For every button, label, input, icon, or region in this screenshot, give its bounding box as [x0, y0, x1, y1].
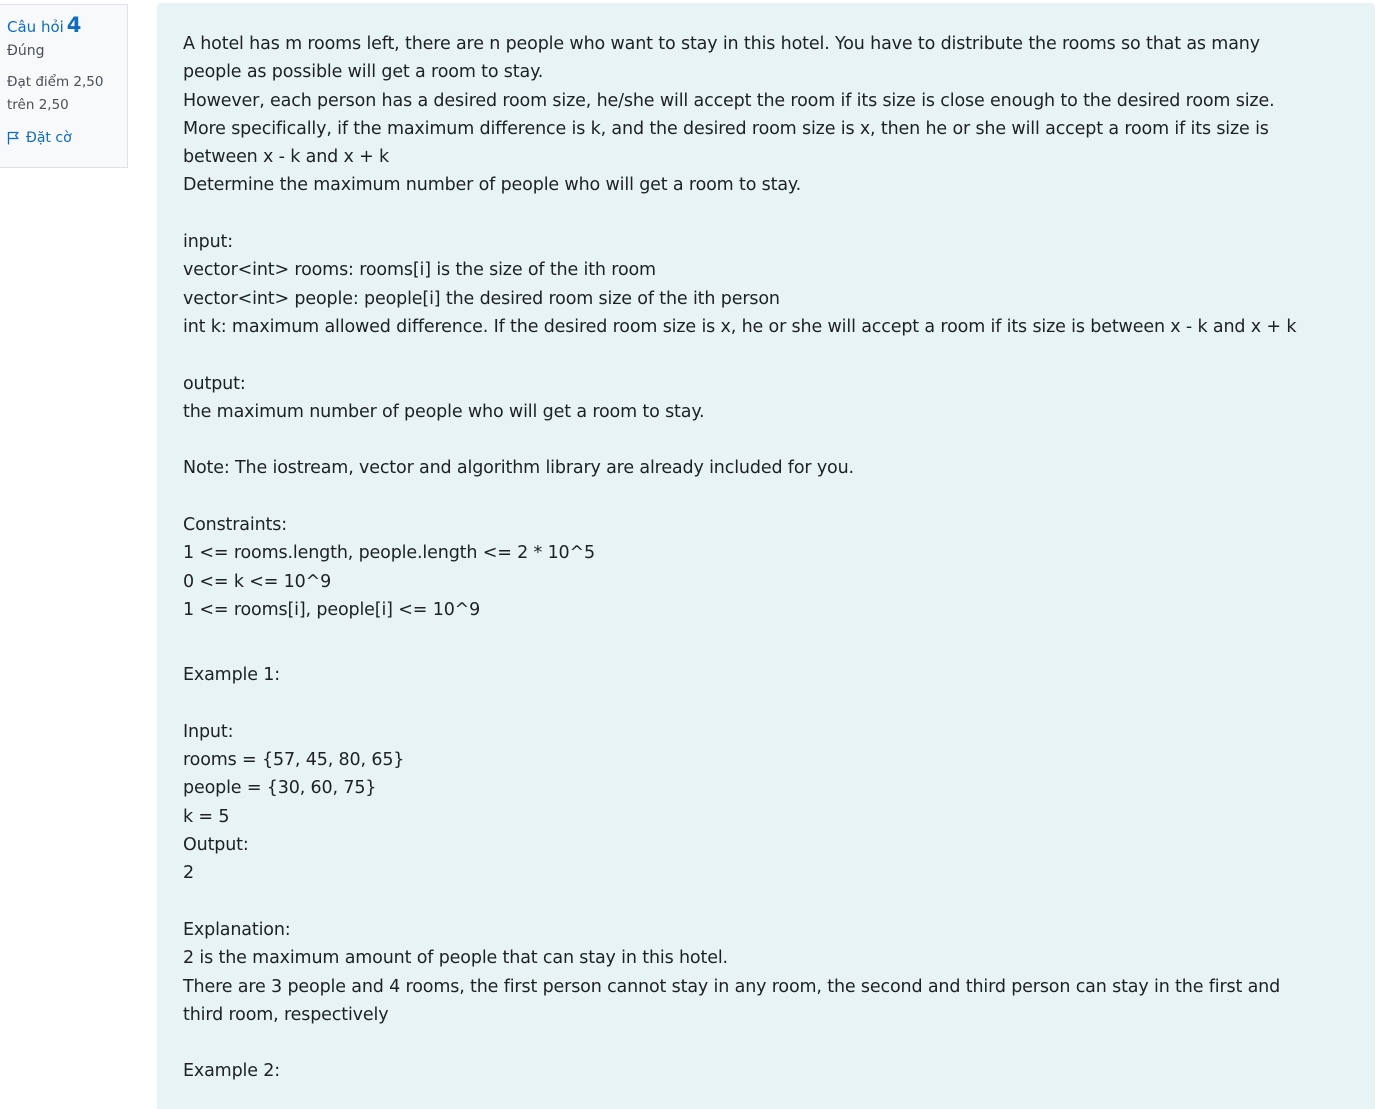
- question-text-line: people as possible will get a room to st…: [183, 62, 544, 83]
- question-state: Đúng: [7, 43, 45, 59]
- question-text-line: input:: [183, 232, 234, 253]
- question-grade: Đạt điểm 2,50 trên 2,50: [7, 71, 127, 117]
- question-text-line: vector<int> rooms: rooms[i] is the size …: [183, 260, 656, 281]
- question-text-line: 0 <= k <= 10^9: [183, 571, 332, 592]
- question-text-line: rooms = {57, 45, 80, 65}: [183, 750, 405, 771]
- question-text-line: Input:: [183, 721, 234, 742]
- question-text-line: output:: [183, 373, 246, 394]
- question-info-panel: Câu hỏi 4 Đúng Đạt điểm 2,50 trên 2,50 Đặ…: [0, 4, 128, 168]
- flag-label: Đặt cờ: [26, 130, 72, 146]
- question-text-line: There are 3 people and 4 rooms, the firs…: [183, 976, 1281, 997]
- question-text-line: Explanation:: [183, 919, 291, 940]
- question-text-line: Output:: [183, 835, 249, 856]
- question-text-line: 1 <= rooms[i], people[i] <= 10^9: [183, 599, 481, 620]
- question-text-line: the maximum number of people who will ge…: [183, 401, 705, 422]
- question-text-line: people = {30, 60, 75}: [183, 778, 377, 799]
- question-text-line: 2 is the maximum amount of people that c…: [183, 948, 728, 969]
- question-text-line: 2: [183, 863, 194, 884]
- flag-icon: [7, 131, 19, 145]
- question-text-line: between x - k and x + k: [183, 147, 390, 168]
- question-text-line: k = 5: [183, 806, 230, 827]
- question-text-line: 1 <= rooms.length, people.length <= 2 * …: [183, 543, 596, 564]
- question-text: A hotel has m rooms left, there are n pe…: [183, 30, 1351, 1086]
- question-text-line: vector<int> people: people[i] the desire…: [183, 288, 780, 309]
- question-text-line: Determine the maximum number of people w…: [183, 175, 802, 196]
- question-text-line: Note: The iostream, vector and algorithm…: [183, 458, 854, 479]
- question-text-line: Example 2:: [183, 1061, 281, 1082]
- question-number: 4: [66, 13, 82, 37]
- question-text-line: More specifically, if the maximum differ…: [183, 118, 1269, 139]
- question-content: A hotel has m rooms left, there are n pe…: [157, 3, 1375, 1109]
- question-text-line: int k: maximum allowed difference. If th…: [183, 316, 1297, 337]
- question-text-line: Constraints:: [183, 515, 287, 536]
- question-label: Câu hỏi: [7, 18, 64, 36]
- question-text-line: Example 1:: [183, 665, 281, 686]
- question-text-line: A hotel has m rooms left, there are n pe…: [183, 34, 1260, 54]
- flag-question-button[interactable]: Đặt cờ: [7, 128, 127, 148]
- question-text-line: However, each person has a desired room …: [183, 90, 1275, 111]
- question-number-heading: Câu hỏi 4: [7, 13, 127, 41]
- grade-line-1: Đạt điểm 2,50: [7, 74, 104, 90]
- question-text-line: third room, respectively: [183, 1004, 389, 1025]
- grade-line-2: trên 2,50: [7, 97, 69, 113]
